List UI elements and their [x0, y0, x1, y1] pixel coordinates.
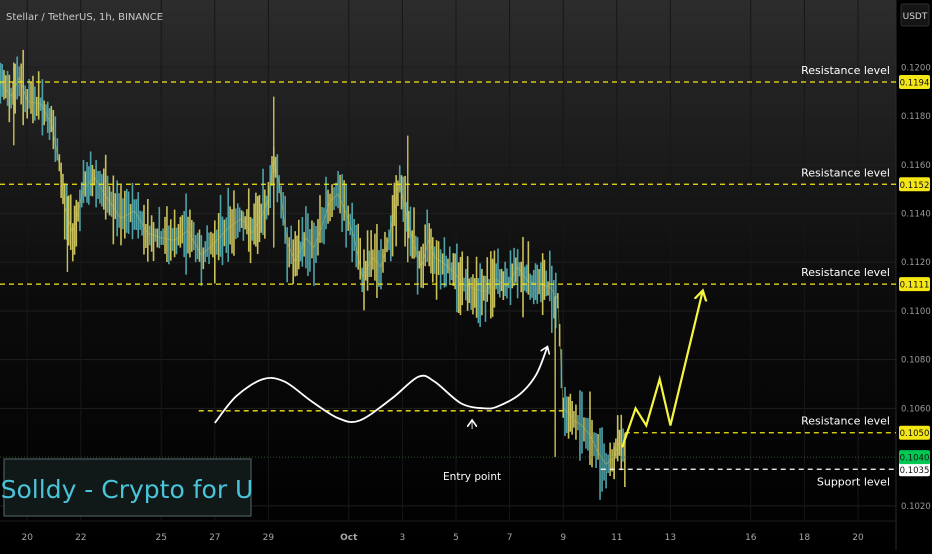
last-price-text: 0.1040 — [900, 454, 930, 464]
x-tick-label: 20 — [21, 533, 33, 543]
resistance-label: Resistance level — [801, 415, 890, 428]
x-tick-label: 5 — [453, 533, 459, 543]
y-tick-label: 0.1100 — [901, 307, 931, 317]
y-tick-label: 0.1140 — [901, 210, 931, 220]
y-tick-label: 0.1080 — [901, 356, 931, 366]
x-tick-label: 9 — [560, 533, 566, 543]
chart-root: Resistance level 0.1194 Resistance level 0.… — [0, 0, 932, 550]
x-tick-label: 25 — [155, 533, 166, 543]
y-tick-label: 0.1060 — [901, 404, 931, 414]
entry-point-label: Entry point — [443, 471, 501, 483]
price-chart[interactable]: Resistance level 0.1194 Resistance level 0.… — [0, 0, 932, 550]
support-price-text: 0.1035 — [900, 466, 930, 476]
x-tick-label: 11 — [611, 533, 622, 543]
resistance-price-text: 0.1152 — [900, 181, 930, 191]
resistance-price-text: 0.1194 — [900, 78, 930, 88]
y-tick-label: 0.1120 — [901, 258, 931, 268]
x-tick-label: 16 — [745, 533, 757, 543]
resistance-label: Resistance level — [801, 64, 890, 77]
x-tick-label: Oct — [340, 533, 358, 543]
x-tick-label: 22 — [75, 533, 86, 543]
symbol-title: Stellar / TetherUS, 1h, BINANCE — [6, 12, 163, 23]
support-label: Support level — [817, 475, 890, 488]
resistance-price-text: 0.1111 — [900, 281, 930, 291]
watermark-text: Solldy - Crypto for U — [1, 475, 254, 504]
x-tick-label: 13 — [665, 533, 676, 543]
x-tick-label: 18 — [799, 533, 811, 543]
x-tick-label: 20 — [852, 533, 864, 543]
resistance-price-text: 0.1050 — [900, 429, 930, 439]
resistance-label: Resistance level — [801, 266, 890, 279]
currency-badge: USDT — [903, 12, 928, 22]
resistance-label: Resistance level — [801, 166, 890, 179]
y-tick-label: 0.1020 — [901, 502, 931, 512]
x-tick-label: 27 — [209, 533, 220, 543]
x-tick-label: 29 — [263, 533, 275, 543]
y-tick-label: 0.1180 — [901, 112, 931, 122]
y-tick-label: 0.1200 — [901, 63, 931, 73]
y-tick-label: 0.1160 — [901, 161, 931, 171]
x-tick-label: 7 — [507, 533, 513, 543]
x-tick-label: 3 — [400, 533, 406, 543]
